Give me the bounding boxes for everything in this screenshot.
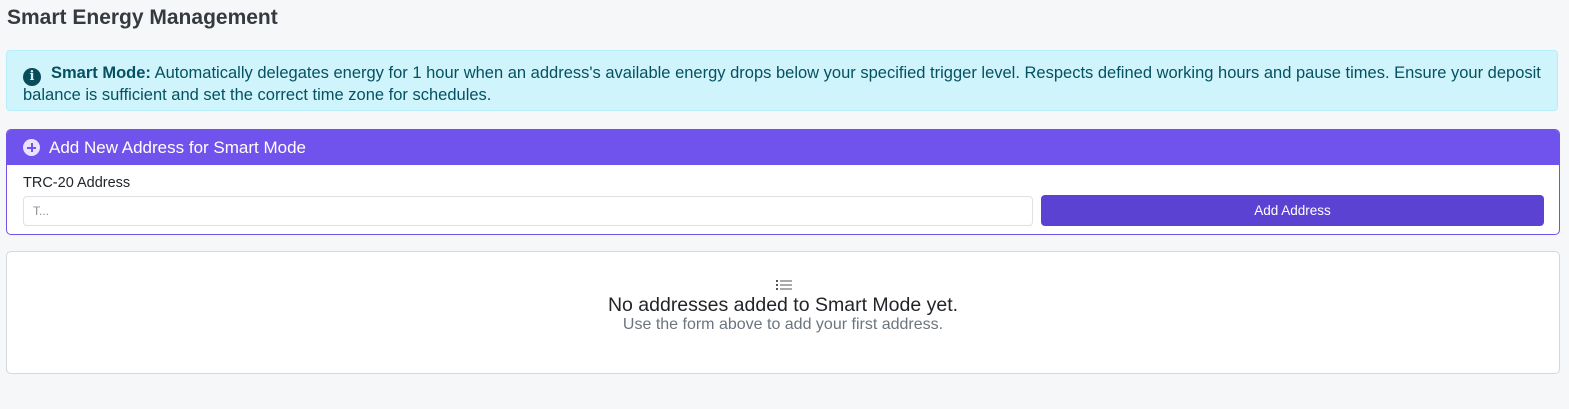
page-title: Smart Energy Management	[7, 6, 278, 29]
trc20-address-label: TRC-20 Address	[23, 175, 131, 191]
add-address-card-title: Add New Address for Smart Mode	[49, 137, 307, 157]
empty-state-title: No addresses added to Smart Mode yet.	[607, 294, 959, 316]
add-address-card-header: Add New Address for Smart Mode	[7, 130, 1559, 165]
alert-lead: Smart Mode:	[51, 64, 151, 82]
add-address-button[interactable]: Add Address	[1041, 195, 1544, 226]
list-icon	[776, 280, 792, 290]
trc20-address-input[interactable]	[23, 196, 1033, 226]
alert-text: Automatically delegates energy for 1 hou…	[23, 64, 1541, 104]
addresses-empty-card: No addresses added to Smart Mode yet. Us…	[6, 251, 1560, 374]
info-icon: i	[23, 68, 41, 86]
add-address-card: Add New Address for Smart Mode TRC-20 Ad…	[6, 129, 1560, 235]
smart-energy-page: Smart Energy Management i Smart Mode: Aut…	[0, 0, 1569, 409]
smart-mode-info-alert: i Smart Mode: Automatically delegates ene…	[6, 50, 1558, 111]
empty-state-subtitle: Use the form above to add your first add…	[622, 316, 944, 333]
plus-circle-icon	[23, 139, 40, 156]
